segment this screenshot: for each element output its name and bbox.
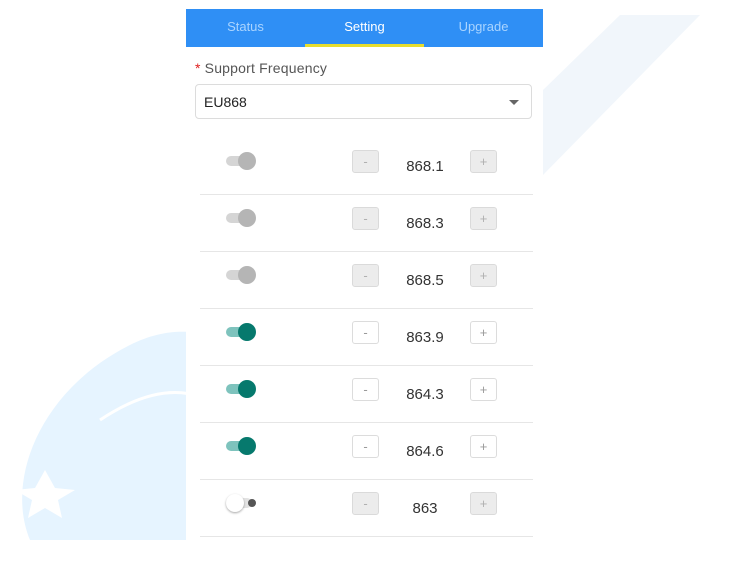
- decrement-button[interactable]: -: [352, 435, 379, 458]
- channel-row: - 863.9 +: [200, 309, 533, 366]
- channel-frequency: 868.5: [406, 272, 444, 289]
- channel-toggle[interactable]: [226, 151, 258, 171]
- increment-button[interactable]: +: [470, 378, 497, 401]
- channel-toggle[interactable]: [226, 322, 258, 342]
- tab-upgrade[interactable]: Upgrade: [424, 9, 543, 47]
- channel-frequency: 864.6: [406, 443, 444, 460]
- app-screen: Status Setting Upgrade * Support Frequenc…: [186, 9, 543, 552]
- decrement-button[interactable]: -: [352, 378, 379, 401]
- channel-frequency: 864.3: [406, 386, 444, 403]
- channel-row: - 868.5 +: [200, 252, 533, 309]
- channel-frequency: 863.9: [406, 329, 444, 346]
- channel-frequency: 868.3: [406, 215, 444, 232]
- frequency-plan-select[interactable]: EU868: [195, 84, 532, 119]
- decrement-button[interactable]: -: [352, 492, 379, 515]
- channel-frequency: 868.1: [406, 158, 444, 175]
- channel-toggle[interactable]: [226, 265, 258, 285]
- tab-setting[interactable]: Setting: [305, 9, 424, 47]
- decrement-button[interactable]: -: [352, 207, 379, 230]
- decrement-button[interactable]: -: [352, 264, 379, 287]
- increment-button[interactable]: +: [470, 321, 497, 344]
- channel-row: - 863 +: [200, 480, 533, 537]
- increment-button[interactable]: +: [470, 492, 497, 515]
- setting-panel: * Support Frequency EU868 - 868.1 + - 868…: [186, 47, 543, 552]
- channel-row: - 868.1 +: [200, 138, 533, 195]
- decrement-button[interactable]: -: [352, 321, 379, 344]
- channel-row: - 868.3 +: [200, 195, 533, 252]
- increment-button[interactable]: +: [470, 150, 497, 173]
- channel-frequency: 863: [412, 500, 438, 517]
- increment-button[interactable]: +: [470, 207, 497, 230]
- increment-button[interactable]: +: [470, 264, 497, 287]
- frequency-plan-value: EU868: [204, 94, 247, 110]
- support-frequency-label: * Support Frequency: [195, 60, 327, 76]
- channel-row: - 864.3 +: [200, 366, 533, 423]
- tab-status[interactable]: Status: [186, 9, 305, 47]
- channel-toggle[interactable]: [226, 208, 258, 228]
- chevron-down-icon: [509, 100, 519, 105]
- channel-row: - 864.6 +: [200, 423, 533, 480]
- increment-button[interactable]: +: [470, 435, 497, 458]
- tab-bar: Status Setting Upgrade: [186, 9, 543, 47]
- channel-toggle[interactable]: [226, 436, 258, 456]
- channel-toggle[interactable]: [226, 379, 258, 399]
- channel-toggle[interactable]: [226, 493, 258, 513]
- required-mark: *: [195, 60, 201, 76]
- support-frequency-label-text: Support Frequency: [204, 60, 328, 76]
- decrement-button[interactable]: -: [352, 150, 379, 173]
